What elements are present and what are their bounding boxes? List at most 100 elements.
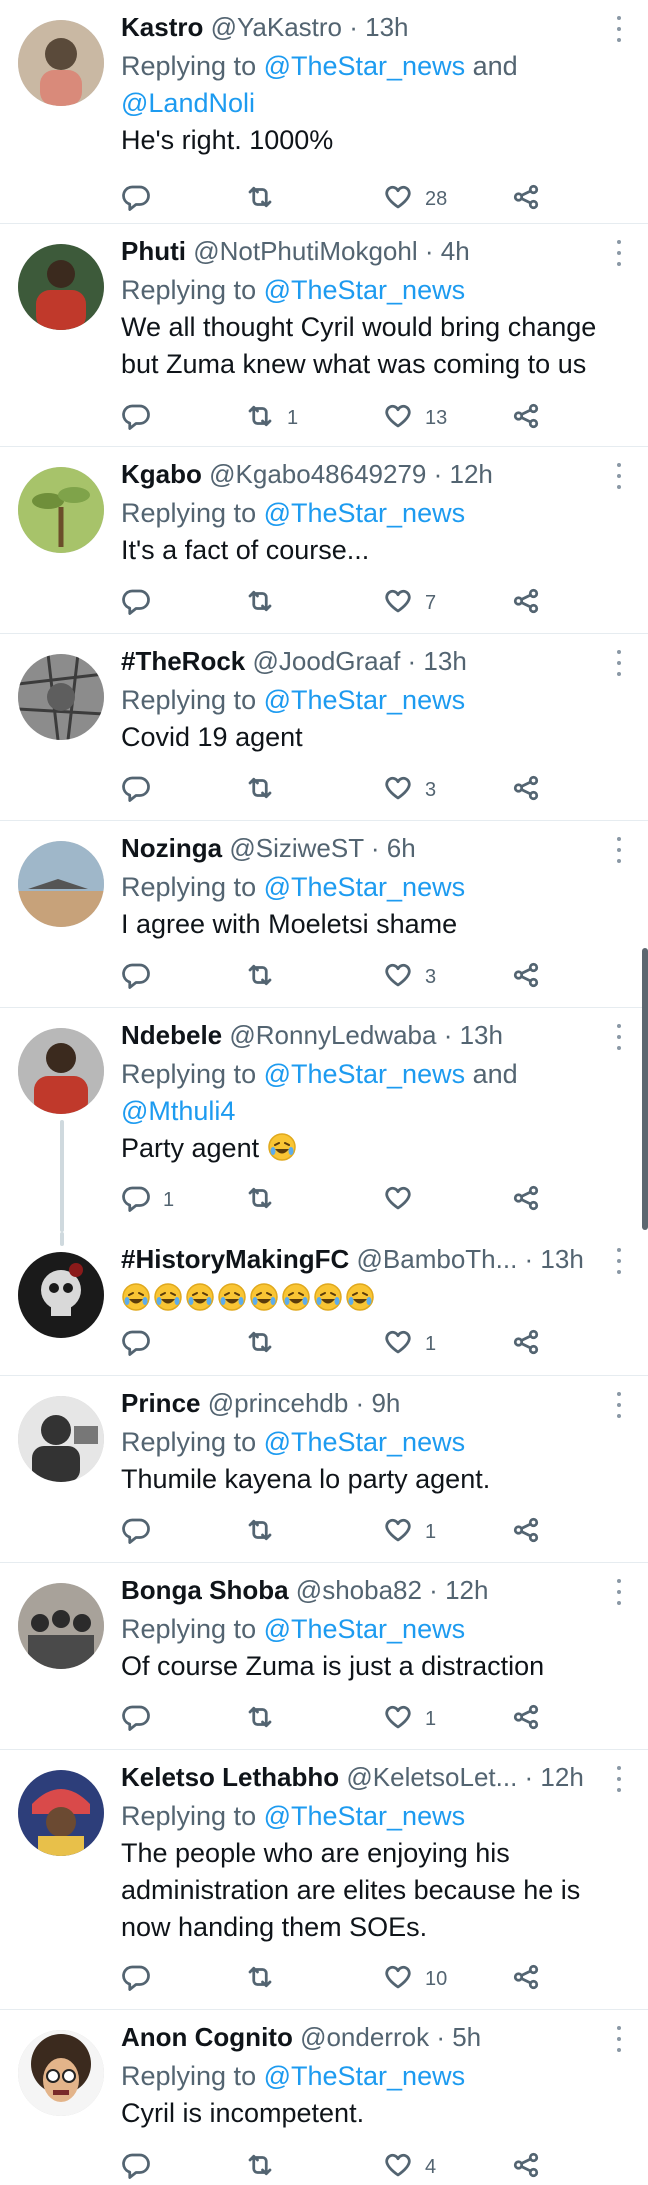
display-name[interactable]: Nozinga xyxy=(121,833,222,863)
reply-button[interactable]: 1 xyxy=(121,1183,174,1217)
more-vertical-icon[interactable] xyxy=(616,463,622,489)
timestamp[interactable]: 9h xyxy=(371,1388,400,1418)
mention-link[interactable]: @TheStar_news xyxy=(264,872,466,902)
retweet-button[interactable] xyxy=(245,1515,287,1549)
retweet-button[interactable] xyxy=(245,2150,287,2184)
reply-button[interactable] xyxy=(121,960,163,994)
user-handle[interactable]: @YaKastro xyxy=(211,12,342,42)
tweet[interactable]: Keletso Lethabho @KeletsoLet... · 12h Rep… xyxy=(0,1750,648,2010)
like-button[interactable]: 28 xyxy=(383,182,447,216)
share-button[interactable] xyxy=(511,1183,541,1217)
user-handle[interactable]: @shoba82 xyxy=(296,1575,422,1605)
share-button[interactable] xyxy=(511,182,541,216)
user-handle[interactable]: @BamboTh... xyxy=(357,1244,518,1274)
mention-link[interactable]: @TheStar_news xyxy=(264,1059,466,1089)
timestamp[interactable]: 13h xyxy=(540,1244,583,1274)
mention-link[interactable]: @TheStar_news xyxy=(264,1427,466,1457)
more-vertical-icon[interactable] xyxy=(616,837,622,863)
like-button[interactable]: 1 xyxy=(383,1327,436,1361)
user-handle[interactable]: @SiziweST xyxy=(229,833,363,863)
user-handle[interactable]: @onderrok xyxy=(300,2022,429,2052)
like-button[interactable]: 7 xyxy=(383,586,436,620)
display-name[interactable]: Phuti xyxy=(121,236,186,266)
mention-link[interactable]: @LandNoli xyxy=(121,88,255,118)
timestamp[interactable]: 13h xyxy=(460,1020,503,1050)
timestamp[interactable]: 12h xyxy=(450,459,493,489)
tweet[interactable]: Kgabo @Kgabo48649279 · 12h Replying to @T… xyxy=(0,447,648,634)
display-name[interactable]: Prince xyxy=(121,1388,201,1418)
mention-link[interactable]: @Mthuli4 xyxy=(121,1096,235,1126)
share-button[interactable] xyxy=(511,586,541,620)
more-vertical-icon[interactable] xyxy=(616,2026,622,2052)
retweet-button[interactable]: 1 xyxy=(245,401,298,435)
avatar[interactable] xyxy=(18,20,104,106)
share-button[interactable] xyxy=(511,773,541,807)
timestamp[interactable]: 12h xyxy=(445,1575,488,1605)
avatar[interactable] xyxy=(18,654,104,740)
avatar[interactable] xyxy=(18,1028,104,1114)
avatar[interactable] xyxy=(18,2030,104,2116)
user-handle[interactable]: @NotPhutiMokgohl xyxy=(193,236,417,266)
mention-link[interactable]: @TheStar_news xyxy=(264,685,466,715)
share-button[interactable] xyxy=(511,960,541,994)
retweet-button[interactable] xyxy=(245,1183,287,1217)
tweet[interactable]: Prince @princehdb · 9h Replying to @TheSt… xyxy=(0,1376,648,1563)
timestamp[interactable]: 13h xyxy=(423,646,466,676)
tweet[interactable]: Nozinga @SiziweST · 6h Replying to @TheSt… xyxy=(0,821,648,1008)
more-vertical-icon[interactable] xyxy=(616,16,622,42)
display-name[interactable]: Keletso Lethabho xyxy=(121,1762,339,1792)
like-button[interactable]: 1 xyxy=(383,1702,436,1736)
avatar[interactable] xyxy=(18,467,104,553)
tweet[interactable]: Bonga Shoba @shoba82 · 12h Replying to @T… xyxy=(0,1563,648,1750)
like-button[interactable]: 13 xyxy=(383,401,447,435)
tweet[interactable]: Phuti @NotPhutiMokgohl · 4h Replying to @… xyxy=(0,224,648,447)
more-vertical-icon[interactable] xyxy=(616,1248,622,1274)
reply-button[interactable] xyxy=(121,586,163,620)
user-handle[interactable]: @KeletsoLet... xyxy=(346,1762,517,1792)
display-name[interactable]: #HistoryMakingFC xyxy=(121,1244,349,1274)
more-vertical-icon[interactable] xyxy=(616,650,622,676)
avatar[interactable] xyxy=(18,1396,104,1482)
timestamp[interactable]: 13h xyxy=(365,12,408,42)
display-name[interactable]: Kastro xyxy=(121,12,203,42)
user-handle[interactable]: @princehdb xyxy=(208,1388,349,1418)
timestamp[interactable]: 6h xyxy=(387,833,416,863)
mention-link[interactable]: @TheStar_news xyxy=(264,275,466,305)
mention-link[interactable]: @TheStar_news xyxy=(264,498,466,528)
retweet-button[interactable] xyxy=(245,773,287,807)
scrollbar[interactable] xyxy=(642,948,648,1230)
tweet[interactable]: #TheRock @JoodGraaf · 13h Replying to @Th… xyxy=(0,634,648,821)
mention-link[interactable]: @TheStar_news xyxy=(264,1614,466,1644)
user-handle[interactable]: @Kgabo48649279 xyxy=(209,459,426,489)
share-button[interactable] xyxy=(511,1962,541,1996)
more-vertical-icon[interactable] xyxy=(616,1579,622,1605)
avatar[interactable] xyxy=(18,244,104,330)
retweet-button[interactable] xyxy=(245,1962,287,1996)
reply-button[interactable] xyxy=(121,182,163,216)
more-vertical-icon[interactable] xyxy=(616,1392,622,1418)
share-button[interactable] xyxy=(511,1327,541,1361)
like-button[interactable]: 4 xyxy=(383,2150,436,2184)
reply-button[interactable] xyxy=(121,773,163,807)
retweet-button[interactable] xyxy=(245,1702,287,1736)
user-handle[interactable]: @JoodGraaf xyxy=(253,646,401,676)
like-button[interactable] xyxy=(383,1183,425,1217)
avatar[interactable] xyxy=(18,1252,104,1338)
display-name[interactable]: Anon Cognito xyxy=(121,2022,293,2052)
timestamp[interactable]: 12h xyxy=(540,1762,583,1792)
mention-link[interactable]: @TheStar_news xyxy=(264,2061,466,2091)
avatar[interactable] xyxy=(18,1770,104,1856)
reply-button[interactable] xyxy=(121,1327,163,1361)
more-vertical-icon[interactable] xyxy=(616,1766,622,1792)
reply-button[interactable] xyxy=(121,1515,163,1549)
like-button[interactable]: 3 xyxy=(383,960,436,994)
reply-button[interactable] xyxy=(121,1962,163,1996)
like-button[interactable]: 3 xyxy=(383,773,436,807)
display-name[interactable]: Bonga Shoba xyxy=(121,1575,289,1605)
mention-link[interactable]: @TheStar_news xyxy=(264,51,466,81)
avatar[interactable] xyxy=(18,841,104,927)
mention-link[interactable]: @TheStar_news xyxy=(264,1801,466,1831)
timestamp[interactable]: 4h xyxy=(441,236,470,266)
timestamp[interactable]: 5h xyxy=(452,2022,481,2052)
tweet[interactable]: Anon Cognito @onderrok · 5h Replying to @… xyxy=(0,2010,648,2180)
